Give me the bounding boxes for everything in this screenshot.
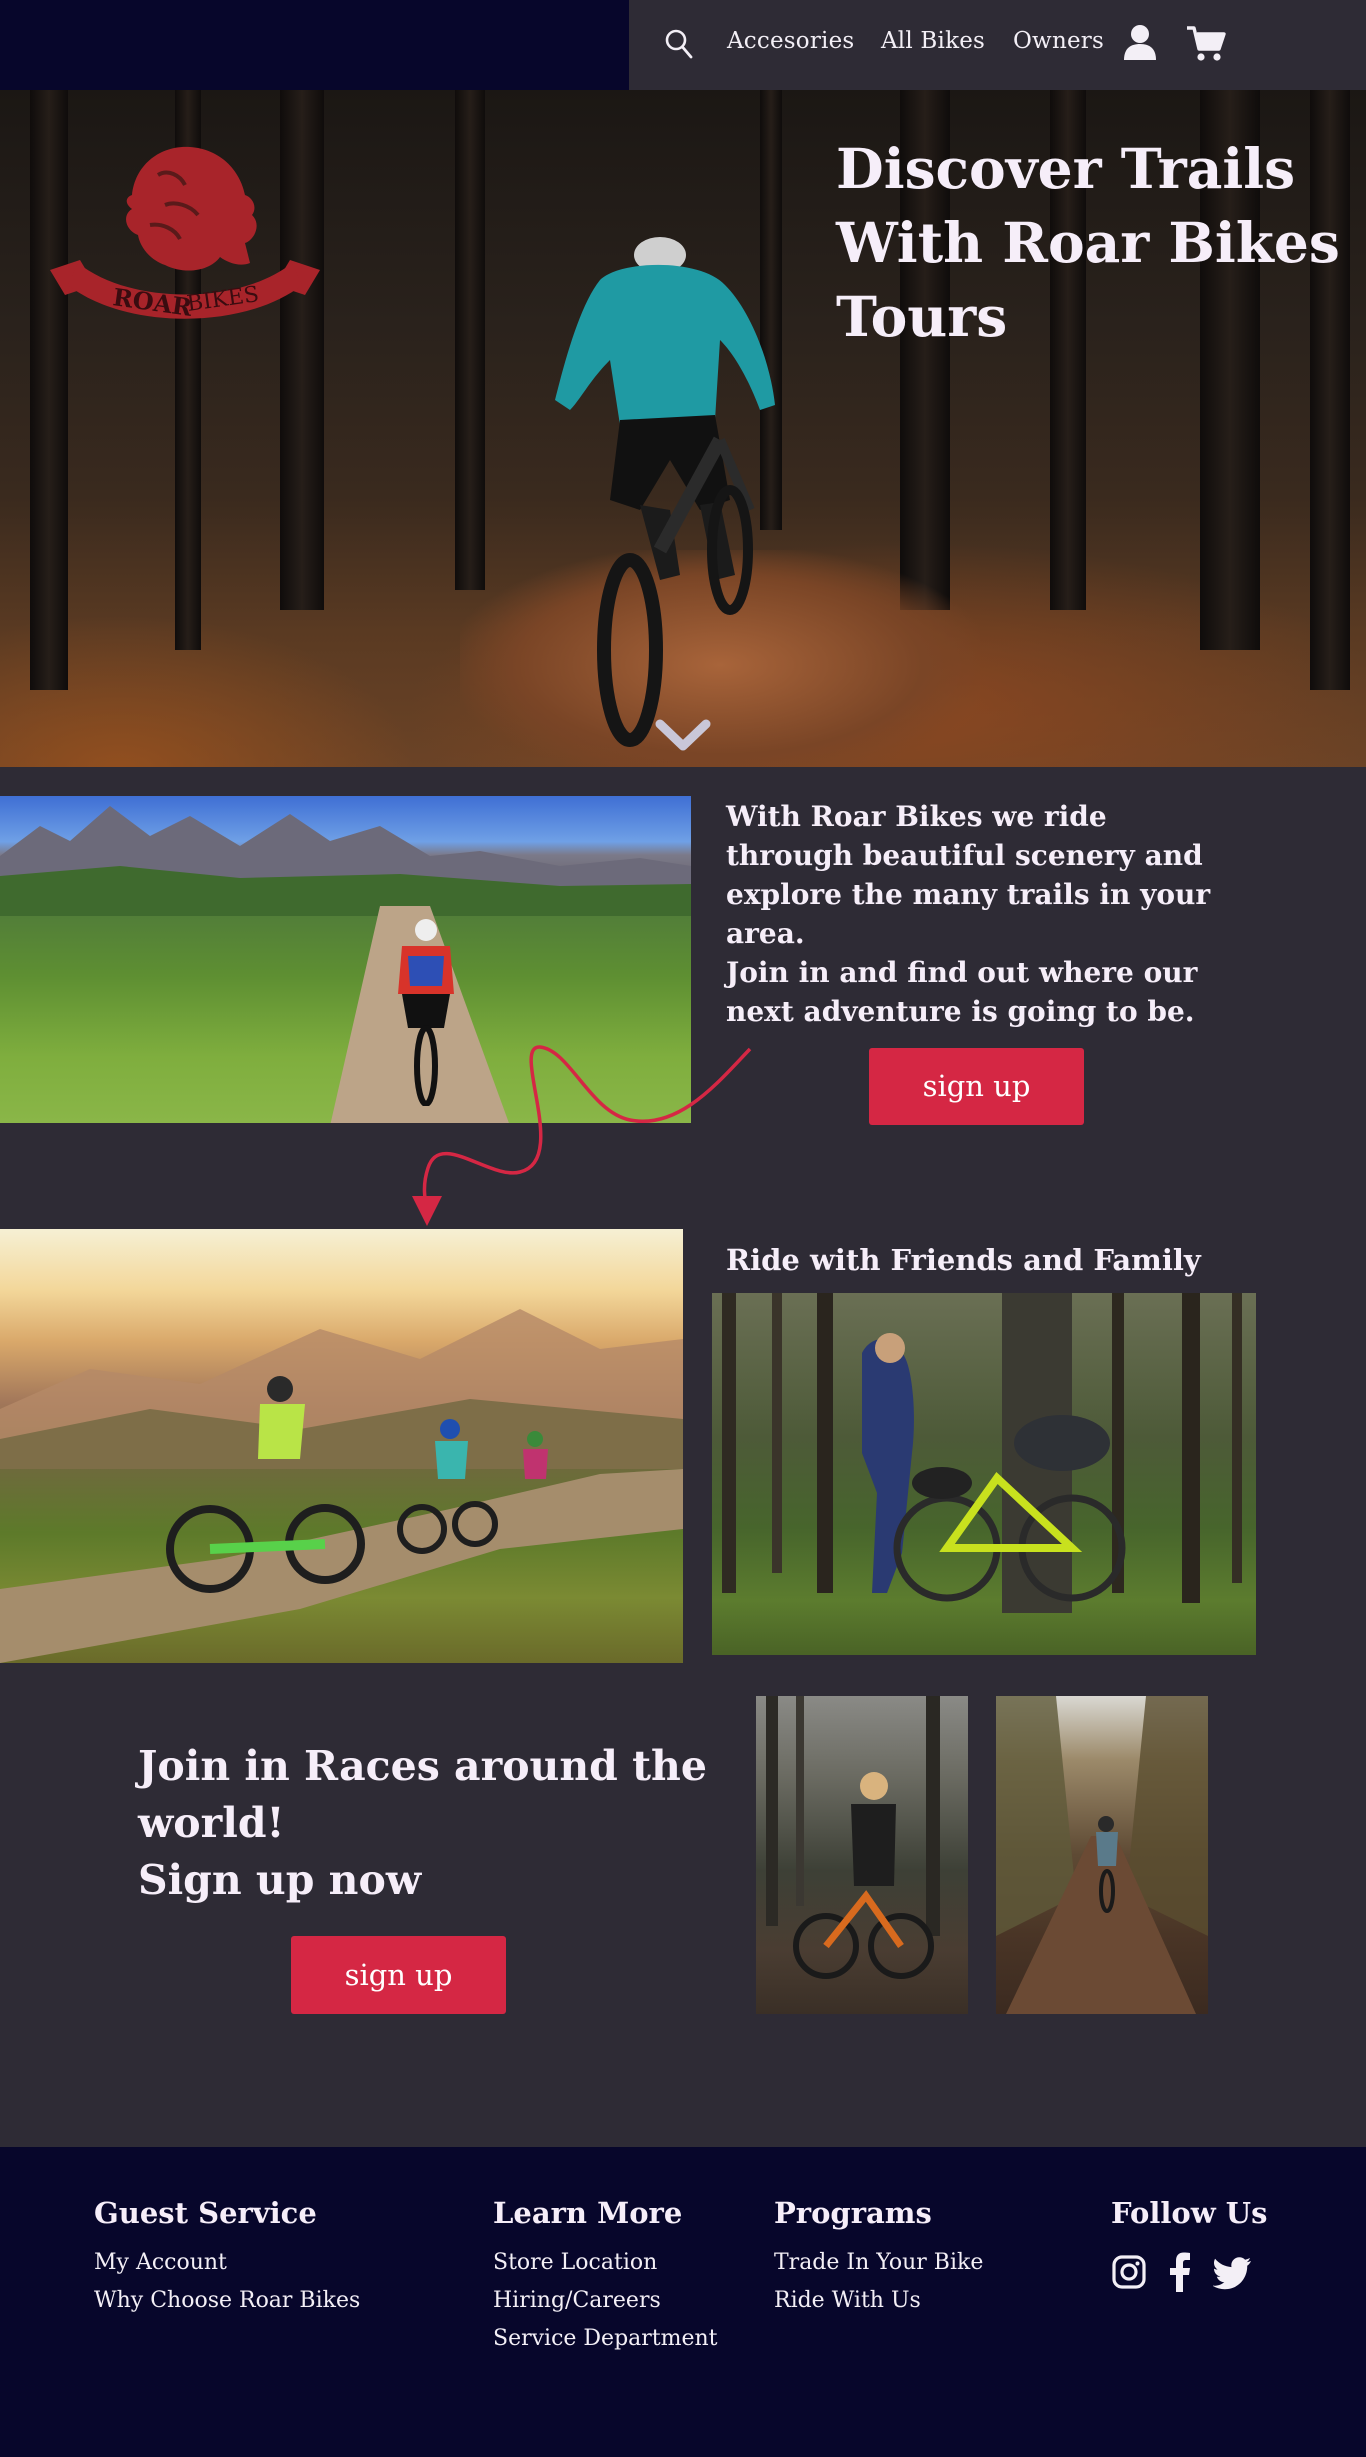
races-sign-up-button[interactable]: sign up: [291, 1936, 506, 2014]
roar-bikes-logo: ROAR BIKES: [50, 146, 320, 322]
top-navigation: Accesories All Bikes Owners: [0, 0, 1366, 90]
footer-link-service-department[interactable]: Service Department: [493, 2320, 718, 2358]
races-heading-line: world!: [138, 1799, 285, 1847]
footer-column-follow-us: Follow Us: [1111, 2196, 1267, 2244]
footer-column-programs: Programs Trade In Your Bike Ride With Us: [774, 2196, 983, 2320]
nav-link-all-bikes[interactable]: All Bikes: [881, 28, 985, 54]
group-of-cyclists: [166, 1376, 548, 1593]
family-section-title: Ride with Friends and Family: [726, 1243, 1201, 1277]
twitter-icon[interactable]: [1213, 2252, 1253, 2292]
footer-column-learn-more: Learn More Store Location Hiring/Careers…: [493, 2196, 718, 2358]
sign-up-button[interactable]: sign up: [869, 1048, 1084, 1125]
intro-paragraph: With Roar Bikes we ride through beautifu…: [726, 797, 1286, 1031]
header-left-panel: [0, 0, 629, 90]
instagram-icon[interactable]: [1111, 2252, 1147, 2292]
intro-text-line: area.: [726, 917, 805, 950]
logo-text: BIKES: [185, 282, 260, 317]
autumn-trail-photo: [996, 1696, 1208, 2014]
nav-link-accessories[interactable]: Accesories: [727, 28, 854, 54]
footer-link-store-location[interactable]: Store Location: [493, 2244, 718, 2282]
footer-heading: Follow Us: [1111, 2196, 1268, 2230]
footer-link-hiring-careers[interactable]: Hiring/Careers: [493, 2282, 718, 2320]
forest-bikepacking-photo: [712, 1293, 1256, 1655]
hero-rider-illustration: [555, 237, 775, 747]
logo-text: ROAR: [111, 282, 195, 322]
rider-in-forest-photo: [756, 1696, 968, 2014]
nav-link-owners[interactable]: Owners: [1013, 28, 1104, 54]
intro-text-line: next adventure is going to be.: [726, 995, 1195, 1028]
mountain-range: [0, 806, 691, 916]
facebook-icon[interactable]: [1168, 2252, 1192, 2292]
hero-title: Discover Trails With Roar Bikes Tours: [836, 136, 1340, 349]
rider-forest-scene: [766, 1696, 940, 1979]
intro-text-line: With Roar Bikes we ride: [726, 800, 1107, 833]
footer-link-ride-with-us[interactable]: Ride With Us: [774, 2282, 983, 2320]
races-heading: Join in Races around the world! Sign up …: [138, 1738, 738, 1909]
footer-heading: Guest Service: [94, 2196, 317, 2230]
hero-banner: ROAR BIKES Discover Trails With Roar Bik…: [0, 90, 1366, 767]
family-riders-photo: [0, 1229, 683, 1663]
user-icon[interactable]: [1122, 23, 1158, 61]
forest-scene: [722, 1293, 1242, 1613]
footer-heading: Learn More: [493, 2196, 683, 2230]
decorative-arrow: [412, 1045, 752, 1226]
chevron-down-icon[interactable]: [654, 718, 712, 754]
intro-text-line: Join in and find out where our: [726, 956, 1198, 989]
races-heading-line: Join in Races around the: [138, 1742, 707, 1790]
hero-tree: [455, 90, 485, 590]
autumn-trail-scene: [996, 1696, 1208, 2014]
footer-link-my-account[interactable]: My Account: [94, 2244, 360, 2282]
cart-icon[interactable]: [1186, 25, 1226, 63]
footer-link-why-choose[interactable]: Why Choose Roar Bikes: [94, 2282, 360, 2320]
intro-text-line: through beautiful scenery and: [726, 839, 1203, 872]
races-heading-line: Sign up now: [138, 1856, 422, 1904]
search-icon[interactable]: [664, 26, 694, 60]
footer-heading: Programs: [774, 2196, 932, 2230]
footer-column-guest-service: Guest Service My Account Why Choose Roar…: [94, 2196, 360, 2320]
intro-text-line: explore the many trails in your: [726, 878, 1211, 911]
footer-link-trade-in[interactable]: Trade In Your Bike: [774, 2244, 983, 2282]
